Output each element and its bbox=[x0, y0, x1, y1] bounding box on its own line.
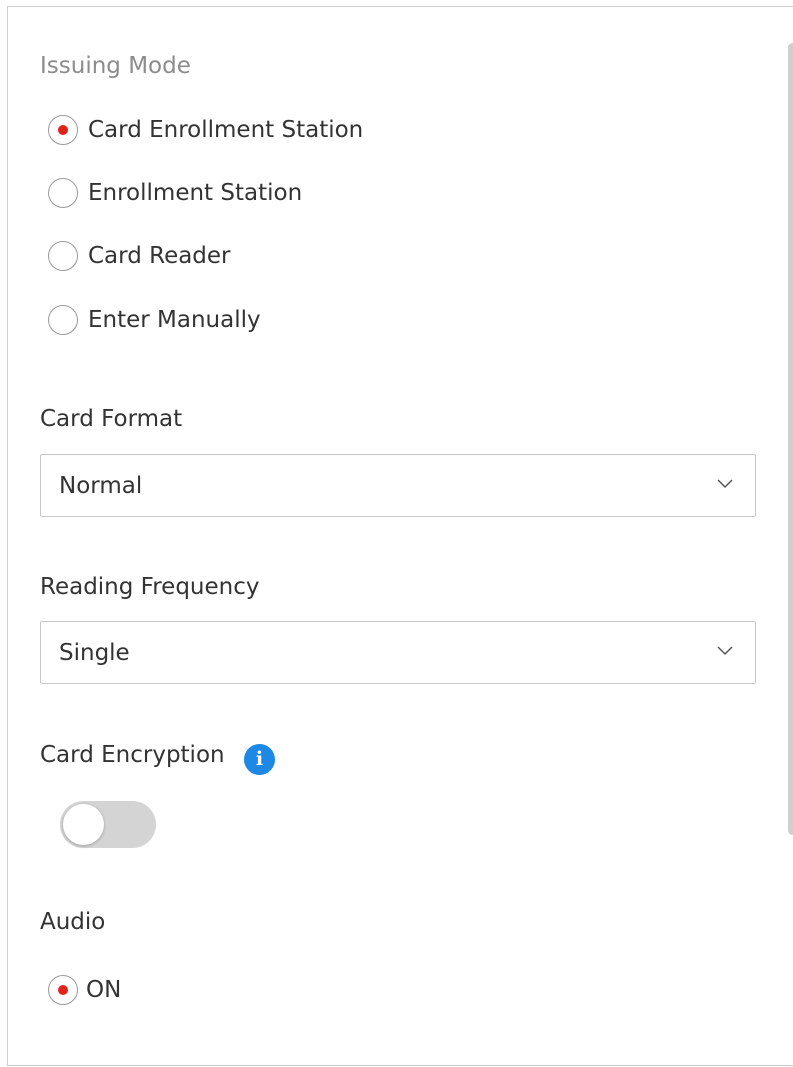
radio-enter-manually[interactable]: Enter Manually bbox=[48, 303, 261, 337]
radio-label: Card Enrollment Station bbox=[88, 117, 364, 143]
radio-label: Enter Manually bbox=[88, 307, 261, 333]
radio-card-reader[interactable]: Card Reader bbox=[48, 239, 231, 273]
settings-panel bbox=[7, 6, 793, 1066]
info-icon[interactable]: i bbox=[244, 744, 275, 775]
audio-label: Audio bbox=[40, 909, 106, 935]
radio-label: ON bbox=[86, 977, 122, 1003]
radio-unselected-icon[interactable] bbox=[48, 305, 78, 335]
radio-label: Enrollment Station bbox=[88, 180, 303, 206]
card-format-select[interactable]: Normal bbox=[40, 454, 756, 517]
card-encryption-toggle[interactable] bbox=[60, 801, 156, 848]
card-encryption-label: Card Encryption bbox=[40, 742, 225, 768]
radio-label: Card Reader bbox=[88, 243, 231, 269]
issuing-mode-label: Issuing Mode bbox=[40, 53, 191, 79]
card-format-label: Card Format bbox=[40, 406, 183, 432]
radio-unselected-icon[interactable] bbox=[48, 178, 78, 208]
reading-frequency-label: Reading Frequency bbox=[40, 574, 260, 600]
toggle-knob bbox=[63, 804, 104, 845]
scrollbar[interactable] bbox=[788, 43, 793, 835]
radio-card-enrollment-station[interactable]: Card Enrollment Station bbox=[48, 113, 363, 147]
radio-unselected-icon[interactable] bbox=[48, 241, 78, 271]
reading-frequency-value: Single bbox=[59, 639, 130, 666]
chevron-down-icon bbox=[717, 479, 733, 489]
reading-frequency-select[interactable]: Single bbox=[40, 621, 756, 684]
radio-enrollment-station[interactable]: Enrollment Station bbox=[48, 176, 302, 210]
radio-audio-on[interactable]: ON bbox=[48, 973, 121, 1007]
radio-selected-icon[interactable] bbox=[48, 975, 78, 1005]
radio-selected-icon[interactable] bbox=[48, 115, 78, 145]
chevron-down-icon bbox=[717, 646, 733, 656]
card-format-value: Normal bbox=[59, 472, 143, 499]
